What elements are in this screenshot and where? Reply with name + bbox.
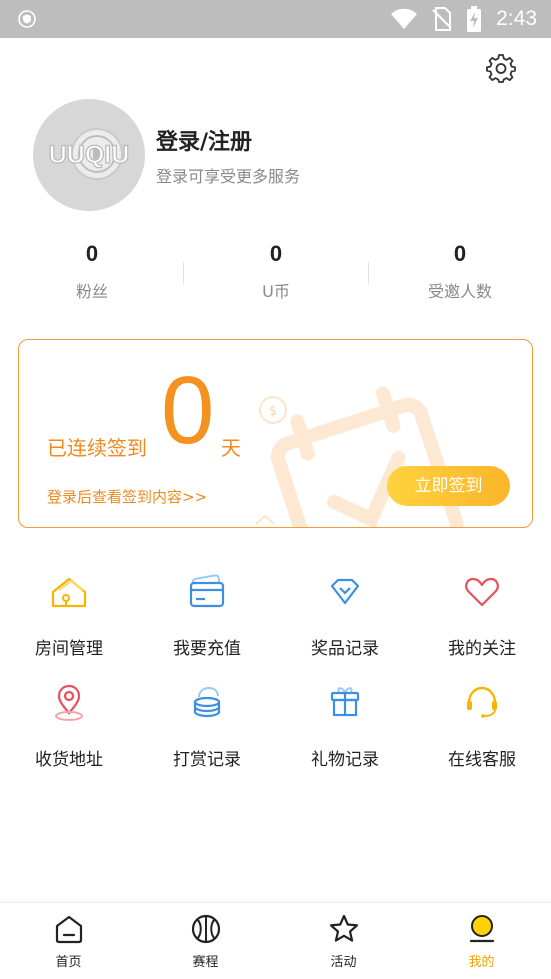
location-pin-icon — [55, 684, 83, 721]
stat-label: 粉丝 — [75, 282, 108, 301]
menu-label: 收货地址 — [35, 750, 103, 770]
sign-in-card: $ 已连续签到 0 天 登录后查看签到内容>> 立即签到 — [18, 339, 533, 528]
sign-streak-prefix: 已连续签到 — [47, 436, 147, 460]
tab-activity[interactable]: 活动 — [275, 903, 412, 979]
tab-label: 活动 — [330, 955, 357, 970]
star-icon — [329, 914, 359, 942]
bottom-tab-bar: 首页 赛程 活动 我的 — [0, 902, 551, 979]
status-icons: 2:43 — [390, 0, 537, 38]
clock: 2:43 — [496, 7, 537, 30]
sign-streak-count: 0 — [161, 357, 215, 464]
basketball-icon — [191, 914, 221, 944]
stat-fans[interactable]: 0 粉丝 — [12, 240, 172, 302]
menu-shipping-address[interactable]: 收货地址 — [0, 681, 138, 781]
menu-label: 我要充值 — [173, 639, 241, 659]
settings-gear-icon[interactable] — [486, 53, 516, 83]
menu-label: 房间管理 — [35, 639, 103, 659]
menu-my-follows[interactable]: 我的关注 — [413, 570, 551, 670]
diamond-icon — [330, 578, 360, 605]
stat-value: 0 — [269, 241, 283, 266]
tab-mine[interactable]: 我的 — [413, 903, 550, 979]
menu-recharge[interactable]: 我要充值 — [138, 570, 276, 670]
sign-in-now-button[interactable]: 立即签到 — [387, 466, 510, 506]
menu-label: 在线客服 — [448, 750, 516, 770]
uuqiu-logo: UUQIU — [33, 99, 145, 211]
stat-label: 受邀人数 — [427, 282, 492, 301]
divider — [183, 262, 184, 284]
avatar[interactable]: UUQIU — [33, 99, 145, 211]
menu-customer-service[interactable]: 在线客服 — [413, 681, 551, 781]
no-sim-icon — [432, 7, 452, 31]
stat-value: 0 — [85, 241, 99, 266]
menu-prize-records[interactable]: 奖品记录 — [276, 570, 414, 670]
tab-label: 我的 — [468, 955, 495, 970]
stat-invited[interactable]: 0 受邀人数 — [380, 240, 540, 302]
stats-row: 0 粉丝 0 U币 0 受邀人数 — [0, 240, 551, 302]
menu-gift-records[interactable]: 礼物记录 — [276, 681, 414, 781]
divider — [368, 262, 369, 284]
tab-home[interactable]: 首页 — [0, 903, 137, 979]
home-icon — [55, 915, 83, 944]
house-icon — [51, 577, 87, 608]
headset-icon — [467, 686, 497, 718]
menu-label: 打赏记录 — [173, 750, 241, 770]
menu-label: 我的关注 — [448, 639, 516, 659]
menu-label: 奖品记录 — [311, 639, 379, 659]
card-icon — [189, 574, 225, 608]
login-hint: 登录可享受更多服务 — [156, 167, 301, 186]
svg-text:$: $ — [269, 404, 277, 419]
profile-icon — [469, 915, 495, 943]
logo-text: UUQIU — [49, 141, 130, 169]
menu-tip-records[interactable]: 打赏记录 — [138, 681, 276, 781]
tab-label: 首页 — [55, 955, 82, 970]
status-bar: 2:43 — [0, 0, 551, 38]
gift-icon — [330, 687, 360, 717]
tab-label: 赛程 — [192, 955, 219, 970]
stat-ucoin[interactable]: 0 U币 — [196, 240, 356, 302]
shield-icon — [18, 10, 36, 28]
coins-icon — [193, 686, 221, 718]
stat-label: U币 — [262, 282, 290, 301]
stat-value: 0 — [453, 241, 467, 266]
battery-charging-icon — [467, 6, 482, 32]
menu-label: 礼物记录 — [311, 750, 379, 770]
tab-schedule[interactable]: 赛程 — [137, 903, 274, 979]
login-register-link[interactable]: 登录/注册 — [156, 124, 252, 156]
heart-icon — [465, 577, 499, 607]
menu-room-management[interactable]: 房间管理 — [0, 570, 138, 670]
sign-streak-suffix: 天 — [221, 436, 241, 460]
wifi-icon — [391, 8, 418, 29]
view-sign-in-link[interactable]: 登录后查看签到内容>> — [47, 486, 207, 507]
